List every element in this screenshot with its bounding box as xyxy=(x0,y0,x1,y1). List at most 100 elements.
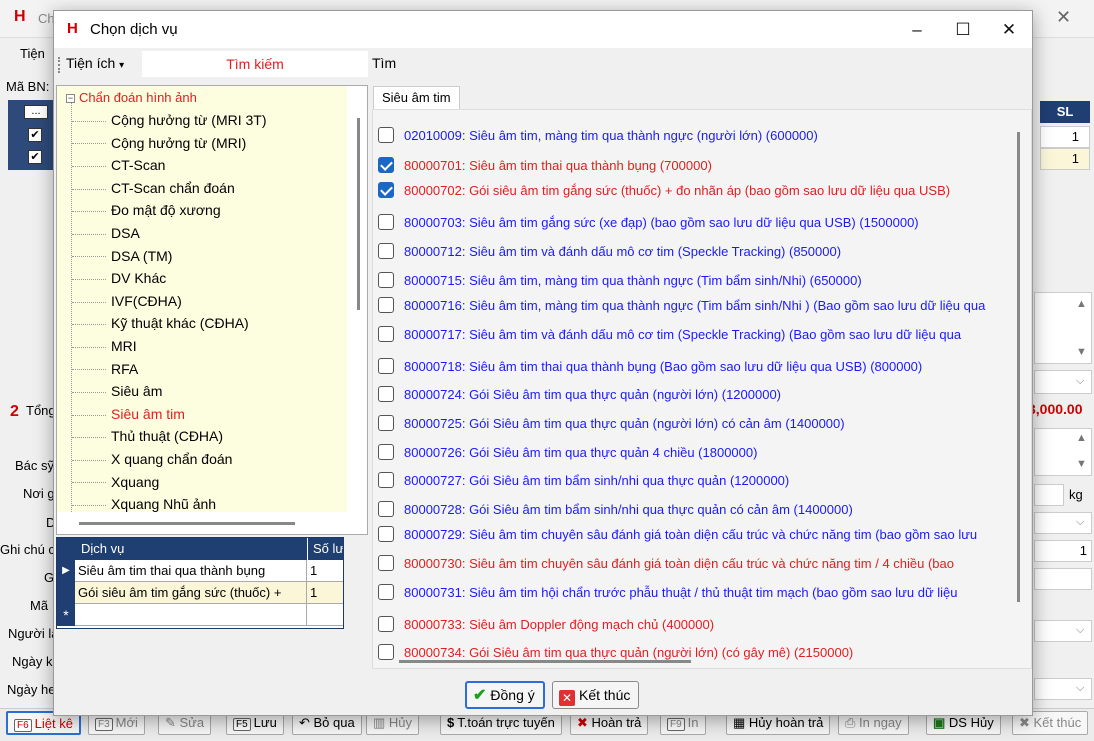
right-field[interactable] xyxy=(1034,568,1092,590)
tree-item[interactable]: Thủ thuật (CĐHA) xyxy=(72,426,223,446)
service-checkbox[interactable] xyxy=(378,616,394,632)
scroll-down-icon[interactable]: ▼ xyxy=(1076,458,1087,470)
service-checkbox[interactable] xyxy=(378,326,394,342)
total-index: 2 xyxy=(10,403,19,420)
close-icon[interactable]: ✕ xyxy=(986,11,1032,48)
service-checkbox[interactable] xyxy=(378,501,394,517)
tree-item[interactable]: CT-Scan chẩn đoán xyxy=(72,178,235,198)
tree-root[interactable]: − Chẩn đoán hình ảnh xyxy=(66,88,197,108)
service-row[interactable]: 80000712: Siêu âm tim và đánh dấu mô cơ … xyxy=(378,240,841,262)
scroll-down-icon[interactable]: ▼ xyxy=(1076,346,1087,358)
new-row-cell[interactable] xyxy=(307,604,343,626)
scroll-thumb[interactable] xyxy=(399,660,691,663)
service-checkbox[interactable] xyxy=(378,644,394,660)
service-checkbox[interactable] xyxy=(378,127,394,143)
service-checkbox[interactable] xyxy=(378,358,394,374)
search-button[interactable]: Tìm xyxy=(372,55,396,71)
service-checkbox[interactable] xyxy=(378,297,394,313)
right-number[interactable]: 1 xyxy=(1034,540,1092,562)
scroll-up-icon[interactable]: ▲ xyxy=(1076,432,1087,444)
service-label: 80000717: Siêu âm tim và đánh dấu mô cơ … xyxy=(404,326,962,342)
service-checkbox[interactable] xyxy=(378,584,394,600)
service-row[interactable]: 80000728: Gói Siêu âm tim bẩm sinh/nhi q… xyxy=(378,498,853,520)
selected-service-name[interactable]: Gói siêu âm tim gắng sức (thuốc) + xyxy=(75,582,307,604)
service-row[interactable]: 80000717: Siêu âm tim và đánh dấu mô cơ … xyxy=(378,323,961,345)
tree-item[interactable]: IVF(CĐHA) xyxy=(72,291,182,311)
tree-item[interactable]: Siêu âm tim xyxy=(72,404,185,424)
service-checkbox[interactable] xyxy=(378,386,394,402)
sl-cell[interactable]: 1 xyxy=(1040,126,1090,148)
service-checkbox[interactable] xyxy=(378,157,394,173)
chevron-down-icon[interactable]: ⌵ xyxy=(1076,516,1084,529)
service-row[interactable]: 80000729: Siêu âm tim chuyên sâu đánh gi… xyxy=(378,523,977,545)
row-checkbox[interactable]: ✔ xyxy=(28,150,42,164)
scroll-thumb[interactable] xyxy=(1017,132,1020,602)
service-row[interactable]: 80000724: Gói Siêu âm tim qua thực quản … xyxy=(378,383,781,405)
selected-service-qty[interactable]: 1 xyxy=(307,560,343,582)
tree-item[interactable]: DSA (TM) xyxy=(72,246,172,266)
browse-button[interactable]: ... xyxy=(24,105,48,119)
service-row[interactable]: 80000702: Gói siêu âm tim gắng sức (thuố… xyxy=(378,179,950,201)
tree-item[interactable]: Cộng hưởng từ (MRI) xyxy=(72,133,246,153)
service-checkbox[interactable] xyxy=(378,555,394,571)
main-close-icon[interactable]: ✕ xyxy=(1056,7,1071,28)
service-checkbox[interactable] xyxy=(378,526,394,542)
weight-input[interactable] xyxy=(1034,484,1064,506)
service-row[interactable]: 80000718: Siêu âm tim thai qua thành bụn… xyxy=(378,355,922,377)
service-row[interactable]: 80000730: Siêu âm tim chuyên sâu đánh gi… xyxy=(378,552,954,574)
service-row[interactable]: 80000701: Siêu âm tim thai qua thành bụn… xyxy=(378,154,712,176)
utilities-menu[interactable]: Tiện ích ▾ xyxy=(66,55,124,71)
service-checkbox[interactable] xyxy=(378,243,394,259)
service-row[interactable]: 80000703: Siêu âm tim gắng sức (xe đạp) … xyxy=(378,211,919,233)
service-row[interactable]: 80000725: Gói Siêu âm tim qua thực quản … xyxy=(378,412,845,434)
scroll-thumb[interactable] xyxy=(357,118,360,310)
scroll-up-icon[interactable]: ▲ xyxy=(1076,298,1087,310)
service-checkbox[interactable] xyxy=(378,472,394,488)
tree-item[interactable]: DSA xyxy=(72,223,140,243)
new-row-cell[interactable] xyxy=(75,604,307,626)
maximize-icon[interactable]: ☐ xyxy=(940,11,986,48)
tree-connector xyxy=(72,414,106,416)
ok-button[interactable]: ✔ Đồng ý xyxy=(465,681,545,709)
selected-service-qty[interactable]: 1 xyxy=(307,582,343,604)
sl-cell[interactable]: 1 xyxy=(1040,148,1090,170)
tree-vertical-scrollbar[interactable] xyxy=(351,86,367,512)
tree-horizontal-scrollbar[interactable] xyxy=(57,514,367,534)
category-tree[interactable]: − Chẩn đoán hình ảnh Cộng hưởng từ (MRI 3… xyxy=(56,85,368,535)
service-row[interactable]: 80000733: Siêu âm Doppler động mạch chủ … xyxy=(378,613,714,635)
service-row[interactable]: 02010009: Siêu âm tim, màng tim qua thàn… xyxy=(378,124,818,146)
service-row[interactable]: 80000731: Siêu âm tim hội chẩn trước phẫ… xyxy=(378,581,958,603)
tab-sieu-am-tim[interactable]: Siêu âm tim xyxy=(373,86,460,110)
service-checkbox[interactable] xyxy=(378,214,394,230)
service-checkbox[interactable] xyxy=(378,415,394,431)
service-checkbox[interactable] xyxy=(378,444,394,460)
service-row[interactable]: 80000716: Siêu âm tim, màng tim qua thàn… xyxy=(378,294,985,316)
chevron-down-icon[interactable]: ⌵ xyxy=(1076,682,1084,695)
main-menu-utilities[interactable]: Tiện xyxy=(20,46,45,61)
service-checkbox[interactable] xyxy=(378,182,394,198)
tree-item[interactable]: CT-Scan xyxy=(72,155,165,175)
tree-item[interactable]: X quang chẩn đoán xyxy=(72,449,232,469)
scroll-thumb[interactable] xyxy=(79,522,295,525)
tree-item[interactable]: Kỹ thuật khác (CĐHA) xyxy=(72,313,249,333)
tree-item[interactable]: MRI xyxy=(72,336,137,356)
chevron-down-icon[interactable]: ⌵ xyxy=(1076,624,1084,637)
selected-service-name[interactable]: Siêu âm tim thai qua thành bụng xyxy=(75,560,307,582)
tree-item[interactable]: RFA xyxy=(72,359,138,379)
row-checkbox[interactable]: ✔ xyxy=(28,128,42,142)
tree-item[interactable]: Xquang xyxy=(72,472,159,492)
search-input[interactable] xyxy=(142,51,368,77)
collapse-icon[interactable]: − xyxy=(66,94,75,104)
tree-item[interactable]: Cộng hưởng từ (MRI 3T) xyxy=(72,110,267,130)
tree-item[interactable]: Xquang Nhũ ảnh xyxy=(72,494,216,512)
tree-item[interactable]: Đo mật độ xương xyxy=(72,200,221,220)
service-checkbox[interactable] xyxy=(378,272,394,288)
service-row[interactable]: 80000715: Siêu âm tim, màng tim qua thàn… xyxy=(378,269,862,291)
chevron-down-icon[interactable]: ⌵ xyxy=(1076,375,1084,388)
service-row[interactable]: 80000726: Gói Siêu âm tim qua thực quản … xyxy=(378,441,757,463)
minimize-icon[interactable]: – xyxy=(894,11,940,48)
tree-item[interactable]: Siêu âm xyxy=(72,381,162,401)
service-row[interactable]: 80000727: Gói Siêu âm tim bẩm sinh/nhi q… xyxy=(378,469,789,491)
tree-item[interactable]: DV Khác xyxy=(72,268,166,288)
finish-button[interactable]: ✕ Kết thúc xyxy=(552,681,640,709)
